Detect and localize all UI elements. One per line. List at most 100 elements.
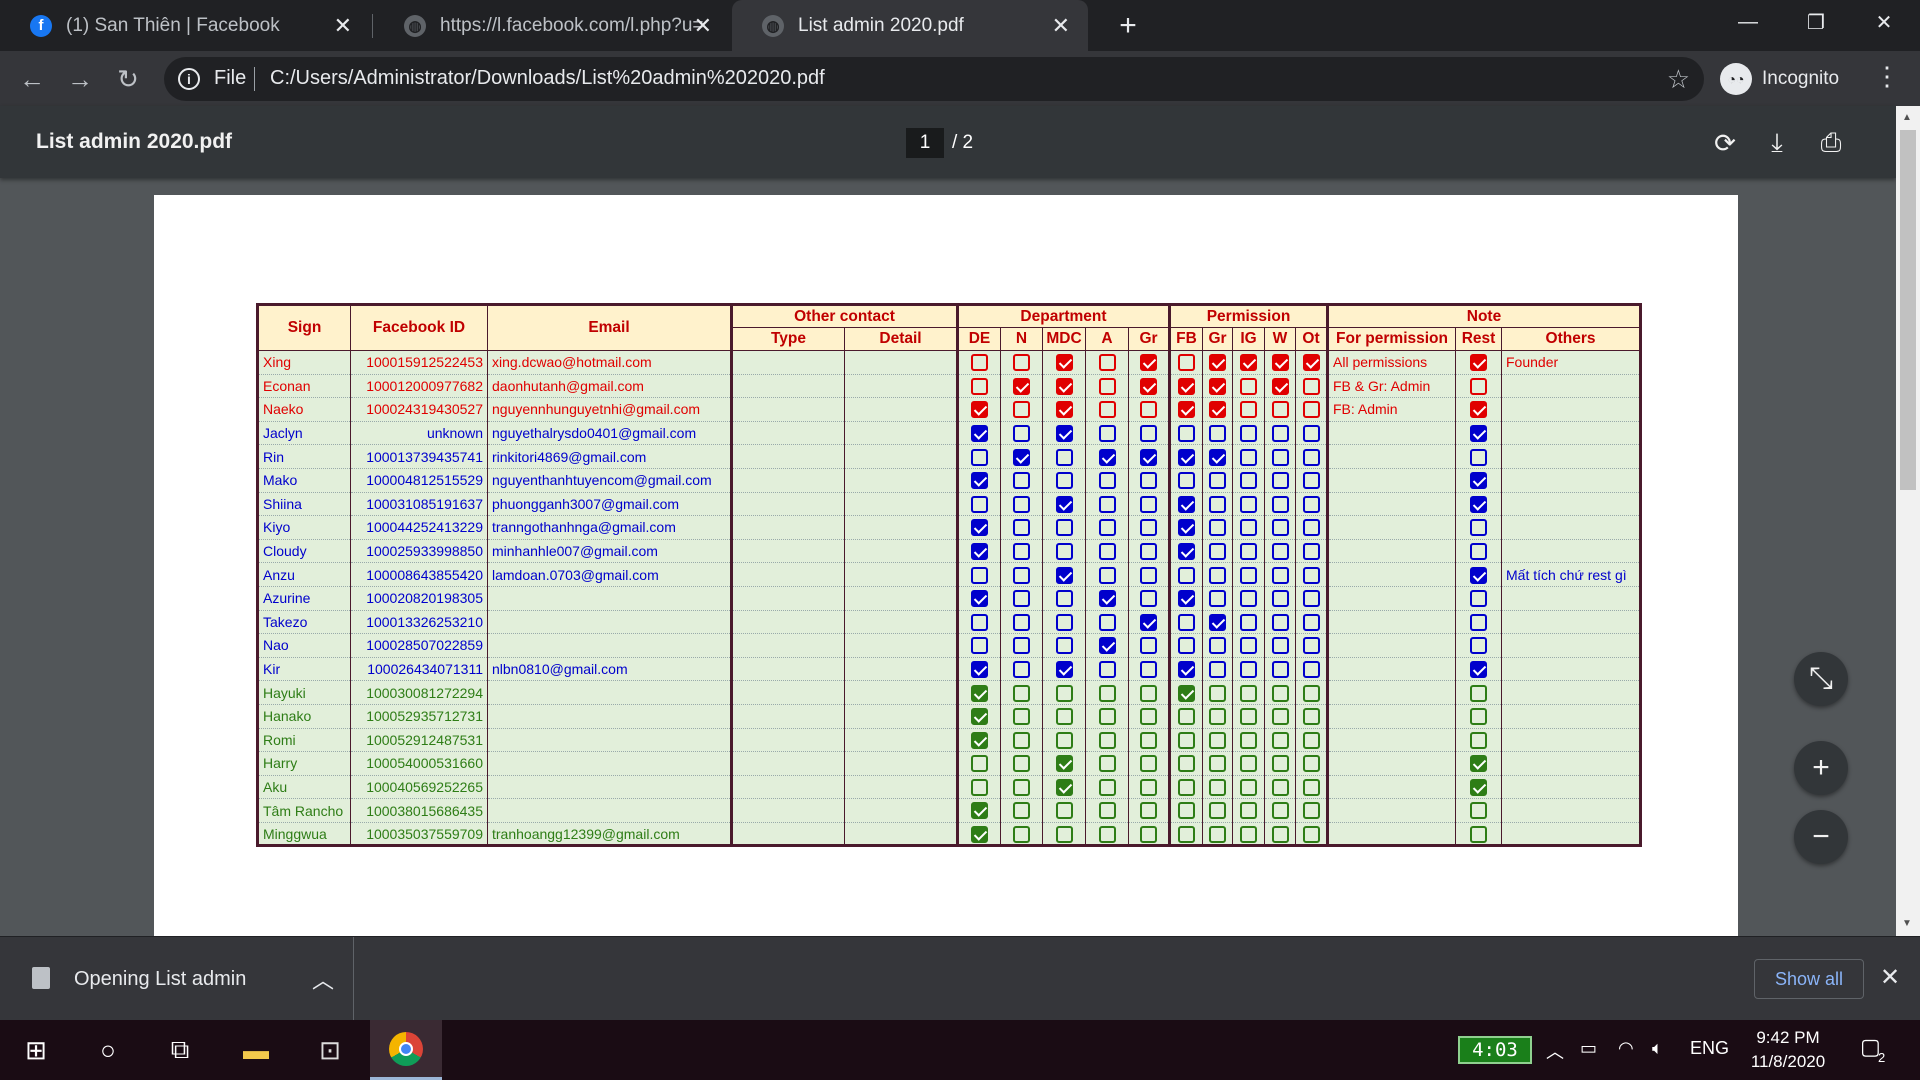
dept-checkbox[interactable] (1140, 542, 1157, 560)
dept-checkbox[interactable] (1098, 755, 1116, 773)
download-icon[interactable]: ⤓ (1760, 126, 1794, 160)
wifi-icon[interactable]: ◠ (1618, 1038, 1634, 1059)
dept-checkbox[interactable] (1098, 566, 1116, 584)
perm-checkbox[interactable] (1209, 637, 1226, 655)
dept-checkbox[interactable] (1055, 802, 1073, 820)
dept-checkbox[interactable] (971, 802, 988, 820)
perm-checkbox[interactable] (1302, 354, 1320, 372)
perm-checkbox[interactable] (1178, 377, 1195, 395)
dept-checkbox[interactable] (971, 448, 988, 466)
dept-checkbox[interactable] (1013, 731, 1030, 749)
perm-checkbox[interactable] (1209, 401, 1226, 419)
reload-button[interactable]: ↻ (110, 61, 146, 97)
perm-checkbox[interactable] (1209, 424, 1226, 442)
perm-checkbox[interactable] (1302, 825, 1320, 843)
rest-checkbox[interactable] (1470, 755, 1487, 773)
dept-checkbox[interactable] (1140, 448, 1157, 466)
perm-checkbox[interactable] (1178, 448, 1195, 466)
perm-checkbox[interactable] (1240, 519, 1257, 537)
perm-checkbox[interactable] (1240, 731, 1257, 749)
perm-checkbox[interactable] (1302, 637, 1320, 655)
chevron-up-icon[interactable]: ︿ (312, 963, 334, 995)
perm-checkbox[interactable] (1271, 590, 1289, 608)
clock[interactable]: 9:42 PM 11/8/2020 (1740, 1026, 1836, 1074)
dept-checkbox[interactable] (1140, 708, 1157, 726)
perm-checkbox[interactable] (1240, 377, 1257, 395)
perm-checkbox[interactable] (1209, 660, 1226, 678)
dept-checkbox[interactable] (1055, 684, 1073, 702)
dept-checkbox[interactable] (1013, 590, 1030, 608)
dept-checkbox[interactable] (1098, 377, 1116, 395)
rest-checkbox[interactable] (1470, 377, 1487, 395)
perm-checkbox[interactable] (1209, 825, 1226, 843)
rest-checkbox[interactable] (1470, 472, 1487, 490)
tab-facebook-redirect[interactable]: ◍ https://l.facebook.com/l.php?u= ✕ (374, 0, 730, 51)
dept-checkbox[interactable] (971, 825, 988, 843)
rest-checkbox[interactable] (1470, 542, 1487, 560)
perm-checkbox[interactable] (1240, 542, 1257, 560)
volume-icon[interactable]: 🔈︎ (1652, 1038, 1663, 1059)
dept-checkbox[interactable] (1140, 566, 1157, 584)
perm-checkbox[interactable] (1240, 637, 1257, 655)
dept-checkbox[interactable] (1013, 448, 1030, 466)
cortana-icon[interactable]: ○ (72, 1020, 144, 1080)
dept-checkbox[interactable] (1055, 519, 1073, 537)
info-icon[interactable]: i (178, 68, 200, 90)
perm-checkbox[interactable] (1240, 448, 1257, 466)
dept-checkbox[interactable] (1140, 495, 1157, 513)
perm-checkbox[interactable] (1302, 684, 1320, 702)
dept-checkbox[interactable] (1013, 684, 1030, 702)
perm-checkbox[interactable] (1271, 495, 1289, 513)
rest-checkbox[interactable] (1470, 660, 1487, 678)
dept-checkbox[interactable] (1098, 542, 1116, 560)
dept-checkbox[interactable] (1055, 472, 1073, 490)
dept-checkbox[interactable] (971, 424, 988, 442)
minimize-button[interactable]: — (1714, 0, 1782, 44)
dept-checkbox[interactable] (1140, 755, 1157, 773)
perm-checkbox[interactable] (1302, 802, 1320, 820)
perm-checkbox[interactable] (1178, 401, 1195, 419)
perm-checkbox[interactable] (1271, 778, 1289, 796)
perm-checkbox[interactable] (1178, 472, 1195, 490)
perm-checkbox[interactable] (1302, 660, 1320, 678)
perm-checkbox[interactable] (1271, 519, 1289, 537)
dept-checkbox[interactable] (1140, 731, 1157, 749)
dept-checkbox[interactable] (1098, 401, 1116, 419)
vertical-scrollbar[interactable]: ▲ ▼ (1896, 106, 1920, 936)
dept-checkbox[interactable] (1013, 566, 1030, 584)
dept-checkbox[interactable] (1140, 354, 1157, 372)
dept-checkbox[interactable] (1140, 684, 1157, 702)
language-indicator[interactable]: ENG (1690, 1038, 1729, 1059)
rest-checkbox[interactable] (1470, 684, 1487, 702)
perm-checkbox[interactable] (1209, 519, 1226, 537)
tab-pdf[interactable]: ◍ List admin 2020.pdf ✕ (732, 0, 1088, 51)
rest-checkbox[interactable] (1470, 778, 1487, 796)
dept-checkbox[interactable] (1055, 613, 1073, 631)
rest-checkbox[interactable] (1470, 590, 1487, 608)
close-tab-icon[interactable]: ✕ (1052, 13, 1070, 39)
bookmark-star-icon[interactable]: ☆ (1667, 64, 1690, 95)
store-icon[interactable]: ⊡ (294, 1020, 366, 1080)
perm-checkbox[interactable] (1240, 613, 1257, 631)
download-item[interactable]: Opening List admin ︿ (8, 937, 354, 1021)
back-button[interactable]: ← (14, 61, 50, 97)
dept-checkbox[interactable] (971, 519, 988, 537)
rest-checkbox[interactable] (1470, 401, 1487, 419)
dept-checkbox[interactable] (1140, 472, 1157, 490)
perm-checkbox[interactable] (1302, 472, 1320, 490)
perm-checkbox[interactable] (1209, 731, 1226, 749)
dept-checkbox[interactable] (1098, 448, 1116, 466)
perm-checkbox[interactable] (1178, 542, 1195, 560)
perm-checkbox[interactable] (1240, 424, 1257, 442)
dept-checkbox[interactable] (1013, 377, 1030, 395)
dept-checkbox[interactable] (1055, 825, 1073, 843)
dept-checkbox[interactable] (1055, 354, 1073, 372)
dept-checkbox[interactable] (1098, 613, 1116, 631)
zoom-in-button[interactable]: + (1794, 741, 1848, 795)
perm-checkbox[interactable] (1178, 825, 1195, 843)
windows-start-icon[interactable]: ⊞ (0, 1020, 72, 1080)
perm-checkbox[interactable] (1302, 542, 1320, 560)
dept-checkbox[interactable] (1098, 825, 1116, 843)
dept-checkbox[interactable] (1013, 401, 1030, 419)
rest-checkbox[interactable] (1470, 802, 1487, 820)
